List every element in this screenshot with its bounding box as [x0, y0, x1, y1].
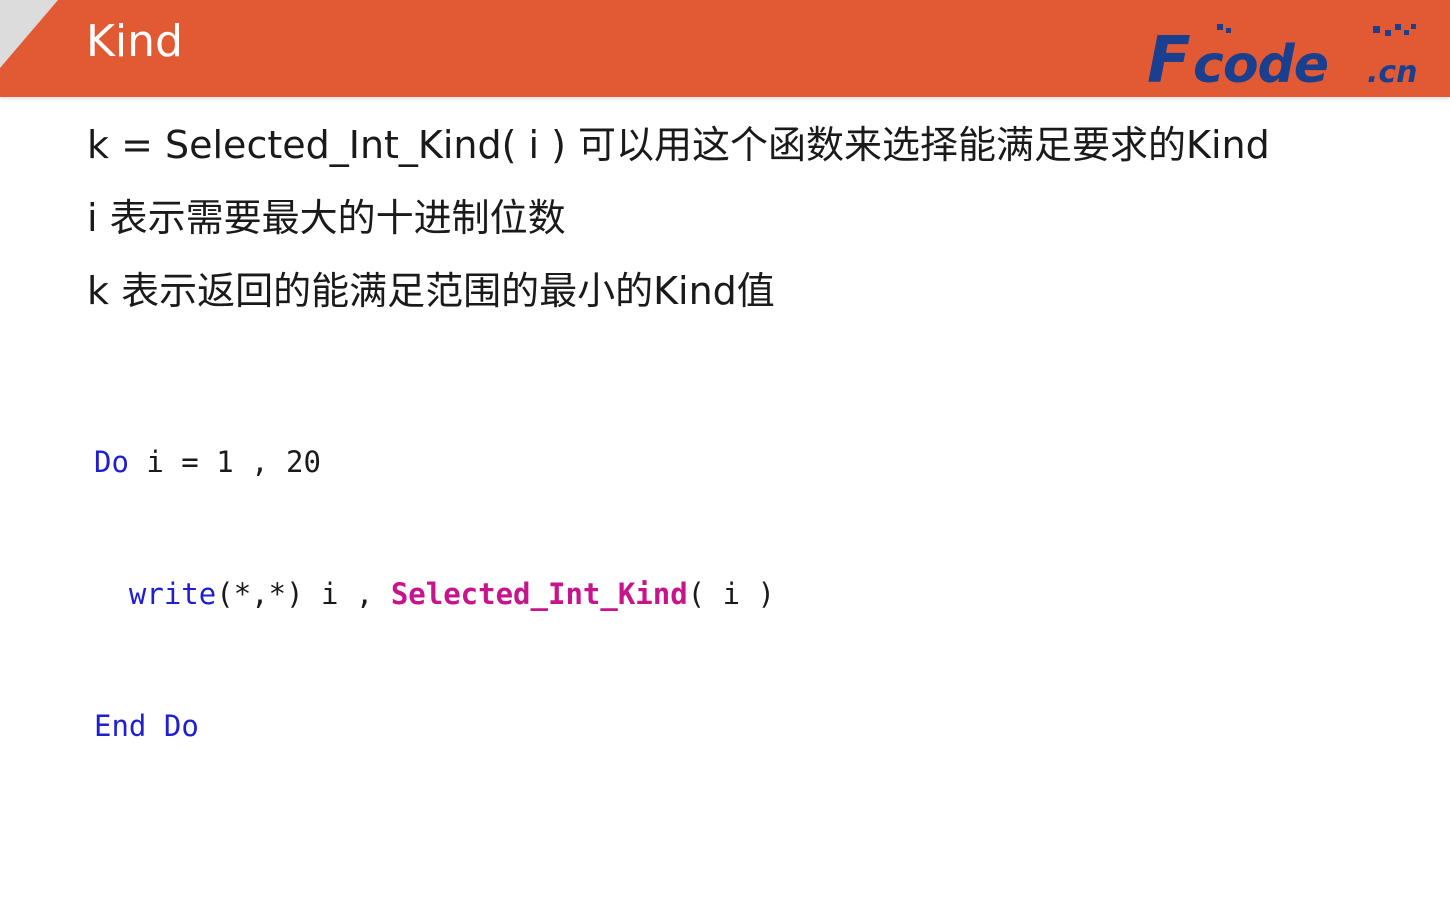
bullet-k-meaning: k 表示返回的能满足范围的最小的Kind值 — [87, 269, 775, 313]
code-write-args: (*,*) i , — [216, 577, 391, 611]
slide-title: Kind — [86, 16, 183, 67]
code-keyword-end: End — [94, 709, 147, 743]
code-keyword-write: write — [128, 577, 217, 611]
bullet-selected-int-kind: k = Selected_Int_Kind( i ) 可以用这个函数来选择能满足… — [87, 123, 1270, 167]
code-line-write: write(*,*) i , Selected_Int_Kind( i ) — [94, 572, 775, 616]
code-keyword-do: Do — [94, 445, 129, 479]
logo-text: F — [1147, 24, 1190, 86]
fcode-logo: F code .cn — [1147, 24, 1418, 86]
code-function-name: Selected_Int_Kind — [390, 577, 688, 611]
code-line-end-do: End Do — [94, 704, 775, 748]
svg-text:code: code — [1193, 35, 1328, 86]
svg-text:.cn: .cn — [1367, 55, 1418, 86]
bullet-list: k = Selected_Int_Kind( i ) 可以用这个函数来选择能满足… — [87, 126, 1270, 345]
slide: Kind F code .cn k = Selected_Int_Kind( i… — [0, 0, 1450, 899]
code-keyword-end-do: Do — [163, 709, 199, 743]
corner-fold-decoration — [0, 0, 58, 68]
code-function-args: ( i ) — [687, 577, 775, 611]
code-loop-range: i = 1 , 20 — [128, 445, 321, 479]
code-block: Do i = 1 , 20 write(*,*) i , Selected_In… — [94, 352, 775, 836]
bullet-i-meaning: i 表示需要最大的十进制位数 — [87, 196, 566, 240]
code-line-do: Do i = 1 , 20 — [94, 440, 775, 484]
